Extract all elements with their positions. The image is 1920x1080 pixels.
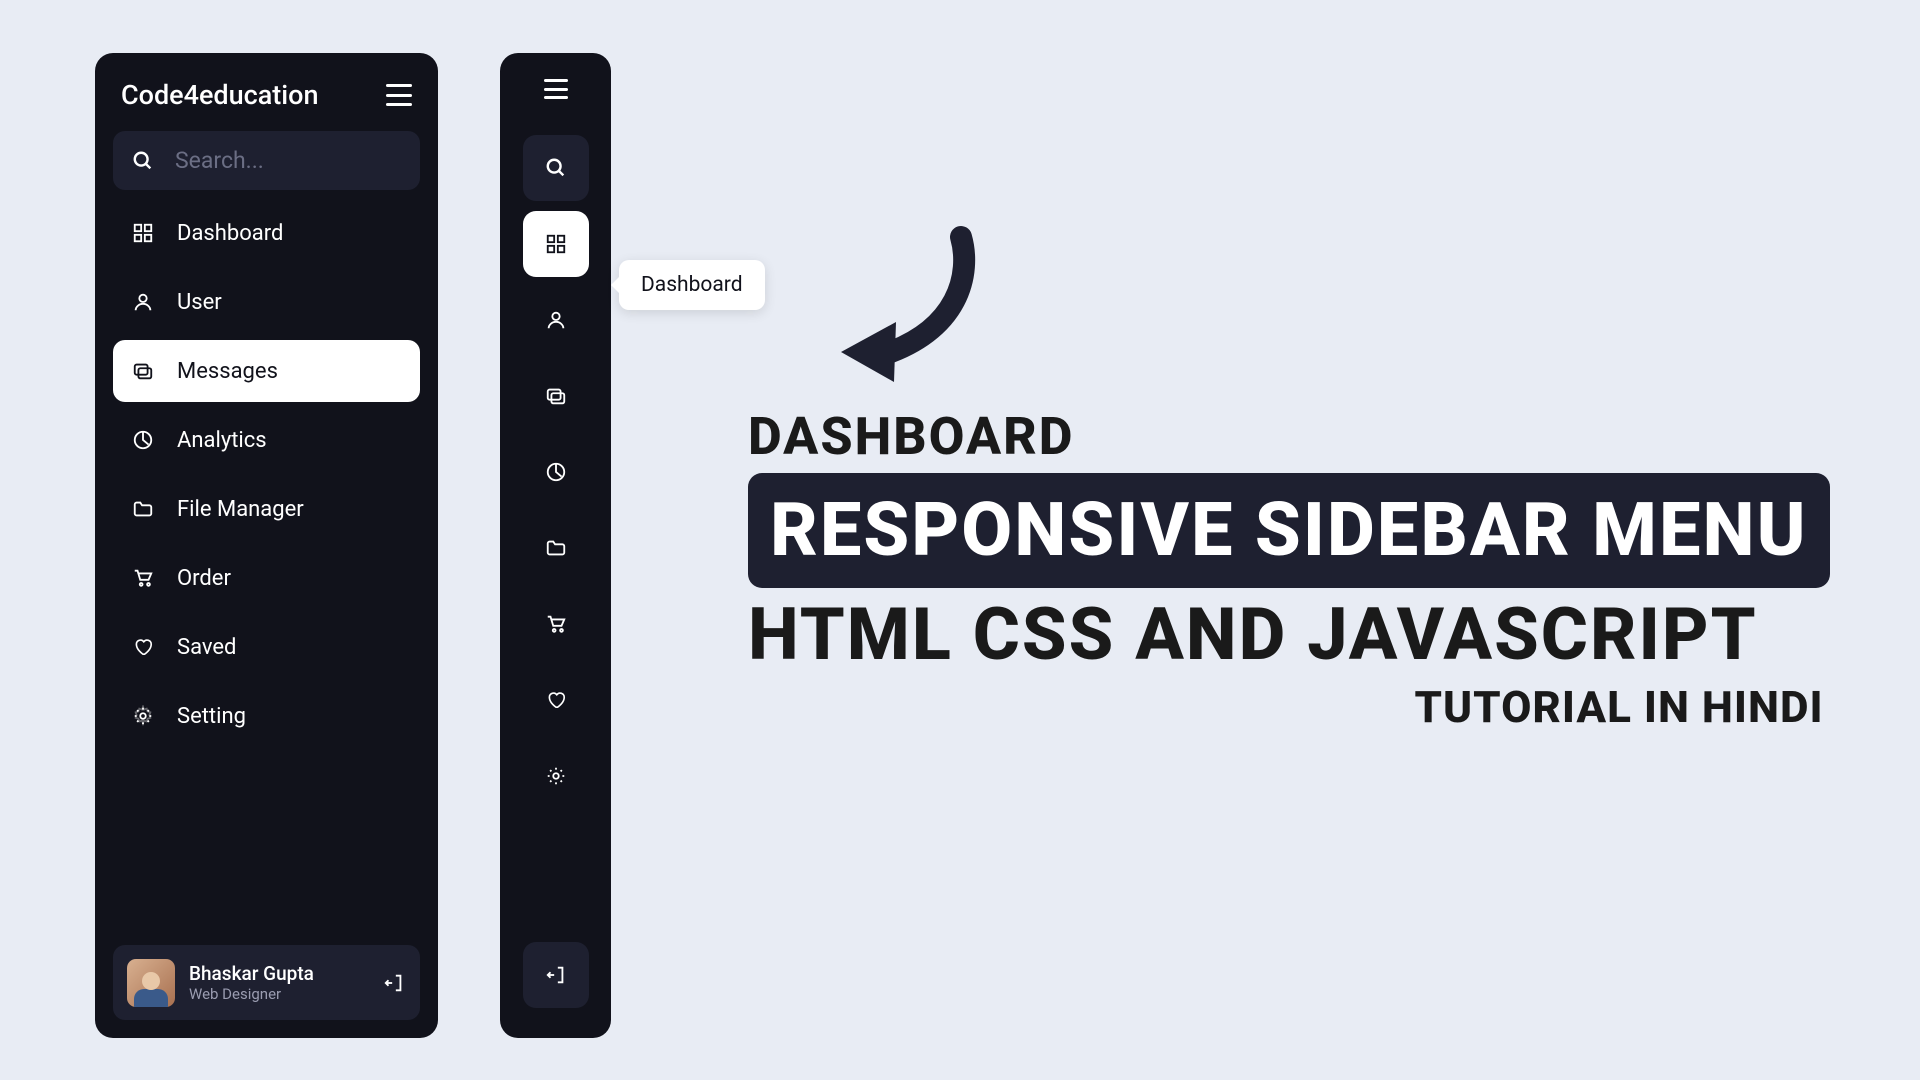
- collapsed-order[interactable]: [523, 591, 589, 657]
- grid-icon: [131, 221, 155, 245]
- nav-label: File Manager: [177, 497, 304, 522]
- collapsed-messages[interactable]: [523, 363, 589, 429]
- nav-label: Order: [177, 566, 231, 591]
- hero-line3: HTML CSS AND JAVASCRIPT: [748, 592, 1830, 677]
- search-icon: [131, 149, 155, 173]
- folder-icon: [131, 497, 155, 521]
- profile-text: Bhaskar Gupta Web Designer: [189, 962, 368, 1003]
- nav-label: Messages: [177, 359, 278, 384]
- collapsed-logout[interactable]: [523, 942, 589, 1008]
- sidebar-item-messages[interactable]: Messages: [113, 340, 420, 402]
- collapsed-analytics[interactable]: [523, 439, 589, 505]
- profile-bar[interactable]: Bhaskar Gupta Web Designer: [113, 945, 420, 1020]
- hero-line4: TUTORIAL IN HINDI: [748, 681, 1830, 733]
- profile-name: Bhaskar Gupta: [189, 962, 368, 985]
- nav-label: Saved: [177, 635, 236, 660]
- hamburger-icon[interactable]: [386, 84, 412, 106]
- sidebar-collapsed: [500, 53, 611, 1038]
- analytics-icon: [131, 428, 155, 452]
- messages-icon: [131, 359, 155, 383]
- brand-title: Code4education: [121, 79, 319, 111]
- sidebar-expanded: Code4education Dashboard User Messa: [95, 53, 438, 1038]
- sidebar-item-saved[interactable]: Saved: [113, 616, 420, 678]
- sidebar-header: Code4education: [113, 79, 420, 131]
- nav-label: Dashboard: [177, 221, 283, 246]
- heart-icon: [131, 635, 155, 659]
- collapsed-setting[interactable]: [523, 743, 589, 809]
- logout-icon[interactable]: [382, 971, 406, 995]
- sidebar-item-filemanager[interactable]: File Manager: [113, 478, 420, 540]
- collapsed-filemanager[interactable]: [523, 515, 589, 581]
- sidebar-item-order[interactable]: Order: [113, 547, 420, 609]
- arrow-icon: [796, 212, 996, 412]
- nav-label: User: [177, 290, 222, 315]
- hero-line1: DASHBOARD: [748, 406, 1830, 467]
- nav-label: Setting: [177, 704, 246, 729]
- hamburger-icon[interactable]: [544, 79, 568, 99]
- sidebar-item-setting[interactable]: Setting: [113, 685, 420, 747]
- search-box[interactable]: [113, 131, 420, 190]
- search-input[interactable]: [175, 147, 402, 174]
- collapsed-saved[interactable]: [523, 667, 589, 733]
- tooltip-dashboard: Dashboard: [619, 260, 765, 310]
- nav-list: Dashboard User Messages Analytics File M…: [113, 202, 420, 945]
- sidebar-item-user[interactable]: User: [113, 271, 420, 333]
- hero-line2: RESPONSIVE SIDEBAR MENU: [748, 473, 1830, 588]
- profile-role: Web Designer: [189, 985, 368, 1003]
- cart-icon: [131, 566, 155, 590]
- hero-block: DASHBOARD RESPONSIVE SIDEBAR MENU HTML C…: [748, 220, 1830, 733]
- sidebar-item-analytics[interactable]: Analytics: [113, 409, 420, 471]
- collapsed-search[interactable]: [523, 135, 589, 201]
- collapsed-user[interactable]: [523, 287, 589, 353]
- user-icon: [131, 290, 155, 314]
- collapsed-dashboard[interactable]: [523, 211, 589, 277]
- avatar: [127, 959, 175, 1007]
- sidebar-item-dashboard[interactable]: Dashboard: [113, 202, 420, 264]
- gear-icon: [131, 704, 155, 728]
- nav-label: Analytics: [177, 428, 267, 453]
